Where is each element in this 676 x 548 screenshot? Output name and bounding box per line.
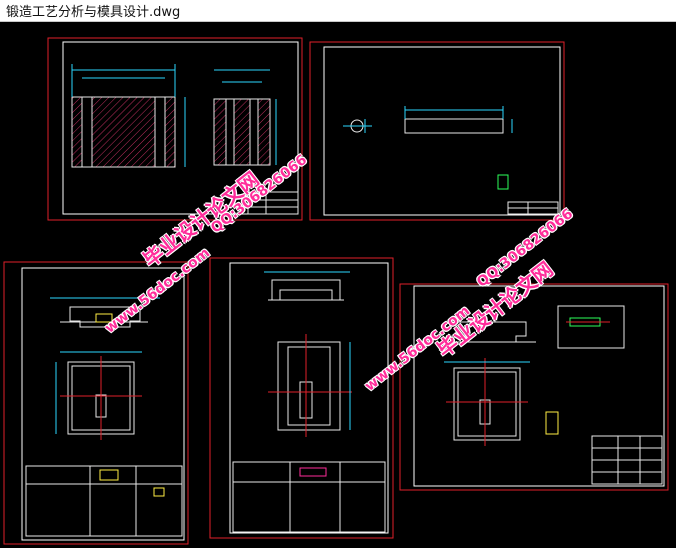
sheet-4[interactable] [209, 257, 394, 539]
cad-drawing[interactable] [0, 22, 676, 548]
window-title: 锻造工艺分析与模具设计.dwg [6, 5, 181, 20]
sheet-2[interactable] [309, 41, 565, 221]
sheet-5[interactable] [399, 283, 669, 491]
drawing-canvas[interactable]: 毕业设计论文网 www.56doc.com QQ:306826066 毕业设计论… [0, 22, 676, 548]
sheet-3[interactable] [3, 261, 189, 545]
window-titlebar: 锻造工艺分析与模具设计.dwg [0, 0, 676, 22]
